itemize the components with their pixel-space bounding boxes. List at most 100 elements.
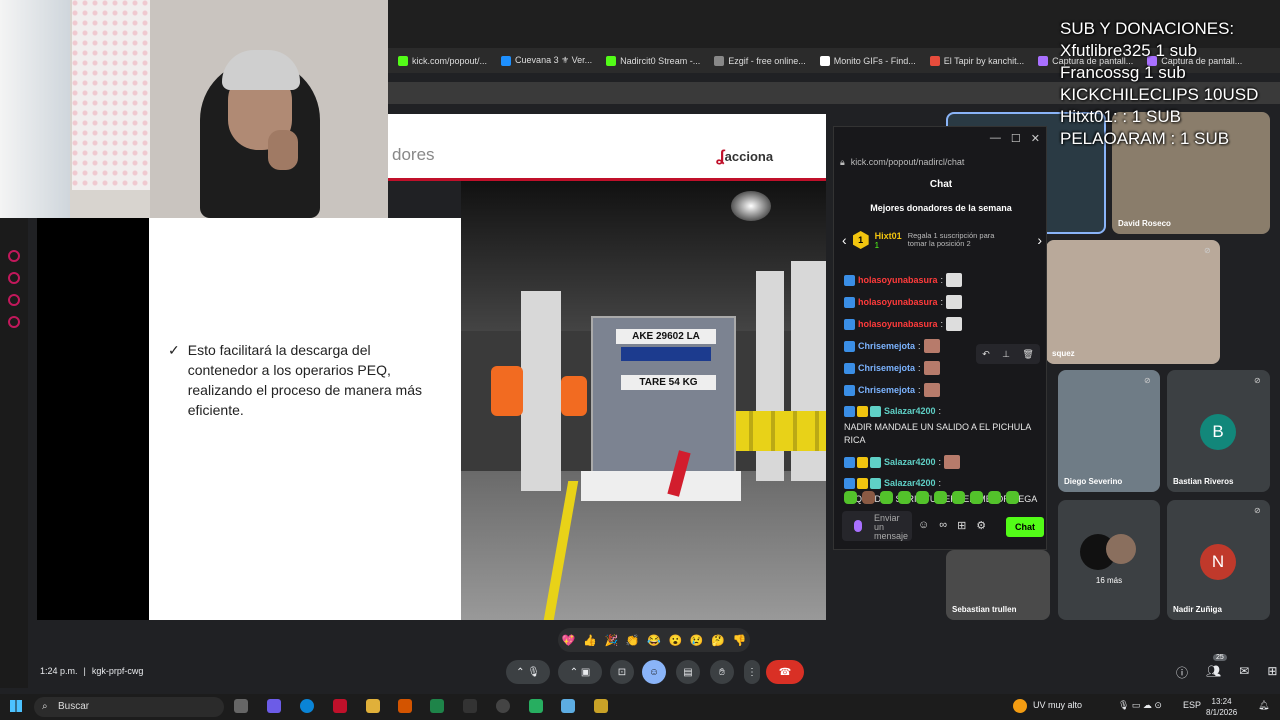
taskbar-search[interactable]: ⌕ Buscar bbox=[34, 697, 224, 717]
mic-icon[interactable] bbox=[854, 520, 862, 532]
participant-tile[interactable]: ⊘ N Nadir Zuñiga bbox=[1167, 500, 1270, 620]
chat-username[interactable]: Chrisemejota bbox=[858, 384, 915, 397]
reply-icon[interactable]: ↶ bbox=[982, 349, 990, 360]
chat-username[interactable]: holasoyunabasura bbox=[858, 318, 938, 331]
chat-username[interactable]: holasoyunabasura bbox=[858, 274, 938, 287]
raise-hand-button[interactable]: ✋︎ bbox=[710, 660, 734, 684]
bookmark-item[interactable]: El Tapir by kanchit... bbox=[929, 55, 1024, 66]
participant-tile[interactable]: ⊘ Diego Severino bbox=[1058, 370, 1160, 492]
chat-username[interactable]: Salazar4200 bbox=[884, 456, 936, 469]
emote[interactable] bbox=[952, 491, 965, 504]
chat-message[interactable]: Salazar4200: bbox=[844, 455, 1044, 469]
close-icon[interactable]: ✕ bbox=[1031, 132, 1040, 145]
emote[interactable] bbox=[862, 491, 875, 504]
taskbar-clock[interactable]: 13:24 8/1/2026 bbox=[1206, 696, 1237, 718]
chat-username[interactable]: Chrisemejota bbox=[858, 340, 915, 353]
language-indicator[interactable]: ESP bbox=[1183, 700, 1201, 710]
emoji-icon[interactable]: ☺ bbox=[918, 519, 929, 532]
reaction-emoji[interactable]: 😮 bbox=[668, 634, 682, 647]
emote[interactable] bbox=[970, 491, 983, 504]
participant-tile[interactable]: ⊘ B Bastian Riveros bbox=[1167, 370, 1270, 492]
app-icon[interactable] bbox=[398, 699, 412, 713]
emoji-icon: ☺ bbox=[648, 666, 660, 678]
more-participants-tile[interactable]: 16 más bbox=[1058, 500, 1160, 620]
chat-username[interactable]: Salazar4200 bbox=[884, 405, 936, 418]
copilot-icon[interactable] bbox=[267, 699, 281, 713]
chat-address-bar[interactable]: 🔒︎ kick.com/popout/nadircl/chat bbox=[840, 153, 1042, 171]
emote[interactable] bbox=[934, 491, 947, 504]
reaction-emoji[interactable]: 🤔 bbox=[711, 634, 725, 647]
participant-tile[interactable]: Sebastian trullen bbox=[946, 550, 1050, 620]
emote[interactable] bbox=[844, 491, 857, 504]
left-tool-rail bbox=[0, 218, 28, 688]
edge-icon[interactable] bbox=[300, 699, 314, 713]
emoji-button[interactable]: ☺ bbox=[642, 660, 666, 684]
chevron-left-icon[interactable]: ‹ bbox=[842, 232, 847, 248]
delete-icon[interactable]: 🗑︎ bbox=[1022, 349, 1033, 360]
emote[interactable] bbox=[988, 491, 1001, 504]
windows-start-icon[interactable] bbox=[10, 700, 22, 712]
activities-icon[interactable]: ⊞ bbox=[1267, 664, 1277, 681]
chat-message[interactable]: Chrisemejota: bbox=[844, 383, 1044, 397]
emote[interactable] bbox=[1006, 491, 1019, 504]
pin-icon[interactable]: ⊥ bbox=[1002, 349, 1010, 360]
emote[interactable] bbox=[880, 491, 893, 504]
opera-icon[interactable] bbox=[333, 699, 347, 713]
notifications-icon[interactable]: 🔔︎ bbox=[1258, 700, 1269, 711]
maximize-icon[interactable]: ☐ bbox=[1011, 132, 1021, 145]
participant-tile[interactable]: ⊘ squez bbox=[1046, 240, 1220, 364]
minimize-icon[interactable]: — bbox=[990, 132, 1001, 144]
bookmark-item[interactable]: Ezgif - free online... bbox=[714, 55, 806, 66]
reaction-emoji[interactable]: 😂 bbox=[647, 634, 661, 647]
uv-icon[interactable] bbox=[1013, 699, 1027, 713]
task-view-icon[interactable] bbox=[234, 699, 248, 713]
reaction-emoji[interactable]: 💖 bbox=[562, 634, 576, 647]
infinity-icon[interactable]: ∞ bbox=[939, 519, 947, 532]
tool-icon[interactable] bbox=[8, 294, 20, 306]
reaction-emoji[interactable]: 👍 bbox=[583, 634, 597, 647]
tray-icons[interactable]: 🎙︎ ▭ ☁ ⊙ bbox=[1118, 700, 1162, 711]
emote[interactable] bbox=[898, 491, 911, 504]
chat-message[interactable]: holasoyunabasura: bbox=[844, 273, 1044, 287]
chat-username[interactable]: holasoyunabasura bbox=[858, 296, 938, 309]
bookmark-item[interactable]: Monito GIFs - Find... bbox=[819, 55, 916, 66]
reaction-emoji[interactable]: 😢 bbox=[690, 634, 704, 647]
chat-icon[interactable]: ✉ bbox=[1239, 664, 1249, 681]
more-options-button[interactable]: ⋮ bbox=[744, 660, 760, 684]
bookmark-item[interactable]: Nadircit0 Stream -... bbox=[606, 55, 700, 66]
present-button[interactable]: ⊡ bbox=[610, 660, 634, 684]
chat-username[interactable]: Chrisemejota bbox=[858, 362, 915, 375]
chat-message[interactable]: holasoyunabasura: bbox=[844, 317, 1044, 331]
camera-toggle-button[interactable]: ⌃ ▣ bbox=[558, 660, 602, 684]
tool-icon[interactable] bbox=[8, 316, 20, 328]
mic-toggle-button[interactable]: ⌃ 🎙︎ bbox=[506, 660, 550, 684]
reaction-emoji[interactable]: 🎉 bbox=[604, 634, 618, 647]
captions-button[interactable]: ▤ bbox=[676, 660, 700, 684]
chat-input[interactable]: Enviar un mensaje bbox=[842, 511, 912, 541]
app-icon[interactable] bbox=[594, 699, 608, 713]
obs-icon[interactable] bbox=[496, 699, 510, 713]
emote[interactable] bbox=[916, 491, 929, 504]
chat-message[interactable]: Salazar4200: NADIR MANDALE UN SALIDO A EL… bbox=[844, 405, 1044, 447]
leave-call-button[interactable]: ☎︎ bbox=[766, 660, 804, 684]
app-icon[interactable] bbox=[529, 699, 543, 713]
app-icon[interactable] bbox=[561, 699, 575, 713]
people-icon[interactable]: 👥︎ bbox=[1206, 664, 1221, 681]
reaction-emoji[interactable]: 👏 bbox=[626, 634, 640, 647]
settings-icon[interactable]: ⚙ bbox=[976, 519, 986, 532]
app-icon[interactable] bbox=[463, 699, 477, 713]
bookmark-item[interactable]: kick.com/popout/... bbox=[398, 55, 487, 66]
weather-text[interactable]: UV muy alto bbox=[1033, 700, 1082, 710]
info-icon[interactable]: ⓘ bbox=[1176, 664, 1188, 681]
chat-username[interactable]: Salazar4200 bbox=[884, 477, 936, 490]
tool-icon[interactable] bbox=[8, 272, 20, 284]
app-icon[interactable] bbox=[430, 699, 444, 713]
tool-icon[interactable] bbox=[8, 250, 20, 262]
reaction-emoji[interactable]: 👎 bbox=[732, 634, 746, 647]
bookmark-item[interactable]: Cuevana 3 ⚜ Ver... bbox=[501, 55, 592, 66]
send-chat-button[interactable]: Chat bbox=[1006, 517, 1044, 537]
chevron-right-icon[interactable]: › bbox=[1037, 232, 1042, 248]
chat-message[interactable]: holasoyunabasura: bbox=[844, 295, 1044, 309]
gift-icon[interactable]: ⊞ bbox=[957, 519, 966, 532]
file-explorer-icon[interactable] bbox=[366, 699, 380, 713]
